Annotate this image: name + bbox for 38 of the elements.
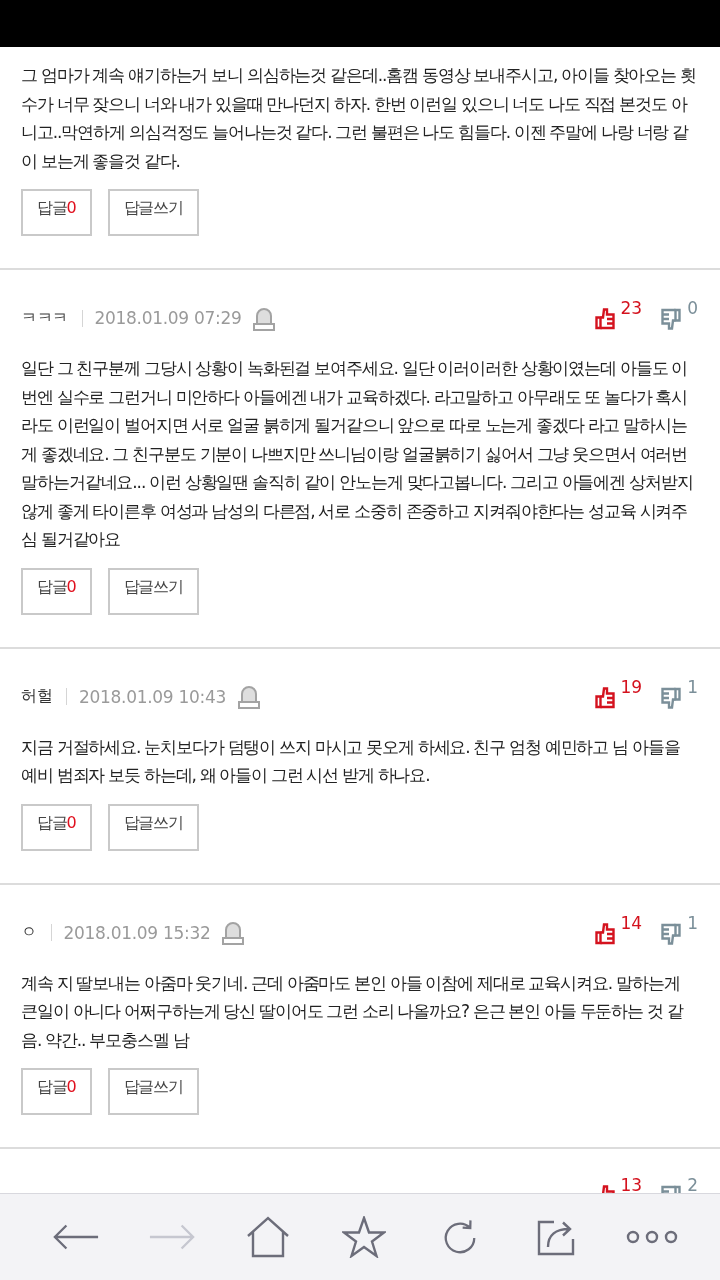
thumbs-up-icon (594, 686, 615, 709)
more-icon (626, 1230, 678, 1244)
like-button[interactable]: 13 (594, 1175, 643, 1193)
siren-icon[interactable] (237, 684, 260, 709)
like-button[interactable]: 19 (594, 676, 643, 709)
write-reply-button[interactable]: 답글쓰기 (107, 567, 199, 615)
comment-author: 허헐 (21, 686, 52, 707)
replies-button[interactable]: 답글0 (21, 567, 92, 615)
thumbs-down-icon (661, 686, 682, 709)
thumbs-down-icon (661, 922, 682, 945)
home-icon (246, 1216, 290, 1258)
comment-text: 일단 그 친구분께 그당시 상황이 녹화된걸 보여주세요. 일단 이러이러한 상황이였는데 아들도 이번엔 실수로 그런거니 미안하다 아들에겐 내가 교육하겠다. 라고말하고 아무래도 또 놀다가 혹시라도 이런일이 벌어지면 서로 얼굴 붉히게 될거같으니 앞으로 따로 노는게 좋겠다 라고 말하시는게 좋겠네요. 그 친구분도 기분이 나쁘지만 쓰니님이랑 얼굴붉히기 싫어서 그냥 웃으면서 여러번 말하는거같네요... 이런 상황일땐 솔직히 같이 안노는게 맞다고봅니다. 그리고 아들에겐 상처받지 않게 좋게 타이른후 여성과 남성의 다른점, 서로 소중히 존중하고 지켜줘야한다는 성교육 시켜주심 될거같아요 (21, 357, 694, 551)
write-reply-button[interactable]: 답글쓰기 (107, 1068, 199, 1115)
like-button[interactable]: 14 (594, 912, 643, 945)
replies-button[interactable]: 답글0 (21, 1068, 92, 1115)
arrow-left-icon (52, 1223, 100, 1251)
write-reply-button[interactable]: 답글쓰기 (107, 803, 199, 851)
replies-button[interactable]: 답글0 (21, 803, 92, 851)
dislike-button[interactable]: 1 (661, 676, 698, 709)
comment-text: 지금 거절하세요. 눈치보다가 덤탱이 쓰지 마시고 못오게 하세요. 친구 엄청 예민하고 님 아들을 예비 범죄자 보듯 하는데, 왜 아들이 그런 시선 받게 하나요. (21, 735, 681, 787)
replies-button[interactable]: 답글0 (21, 189, 92, 236)
comment-author: ㅇ (21, 922, 37, 943)
siren-icon[interactable] (222, 920, 245, 945)
write-reply-button[interactable]: 답글쓰기 (107, 189, 199, 236)
comment-date: 2018.01.09 07:29 (94, 308, 242, 328)
siren-icon[interactable] (253, 305, 276, 331)
thumbs-up-icon (594, 308, 615, 330)
comment-text: 그 엄마가 계속 얘기하는거 보니 의심하는것 같은데..홈캠 동영상 보내주시고, 아이들 찾아오는 횟수가 너무 잦으니 너와 내가 있을때 만나던지 하자. 한번 이런일 있으니 너도 나도 직접 본것도 아니고..막연하게 의심걱정도 늘어나는것 같다. 그런 불편은 나도 힘들다. 이젠 주말에 나랑 너랑 같이 보는게 좋을것 같다. (21, 64, 697, 173)
thumbs-down-icon (661, 308, 682, 330)
thumbs-up-icon (594, 922, 615, 945)
comment-author: ㅋㅋㅋ (21, 307, 68, 329)
comment-text: 계속 지 딸보내는 아줌마 웃기네. 근데 아줌마도 본인 아들 이참에 제대로 교육시켜요. 말하는게 큰일이 아니다 어쩌구하는게 당신 딸이어도 그런 소리 나올까요? 은근 본인 아들 두둔하는 것 같음. 약간.. 부모충스멜 남 (21, 971, 685, 1052)
dislike-button[interactable]: 1 (661, 912, 698, 945)
like-button[interactable]: 23 (594, 298, 643, 330)
arrow-right-icon (148, 1223, 196, 1251)
comment-date: 2018.01.09 15:32 (63, 922, 211, 943)
comment-date: 2018.01.09 10:43 (79, 686, 226, 707)
star-icon (342, 1216, 386, 1258)
